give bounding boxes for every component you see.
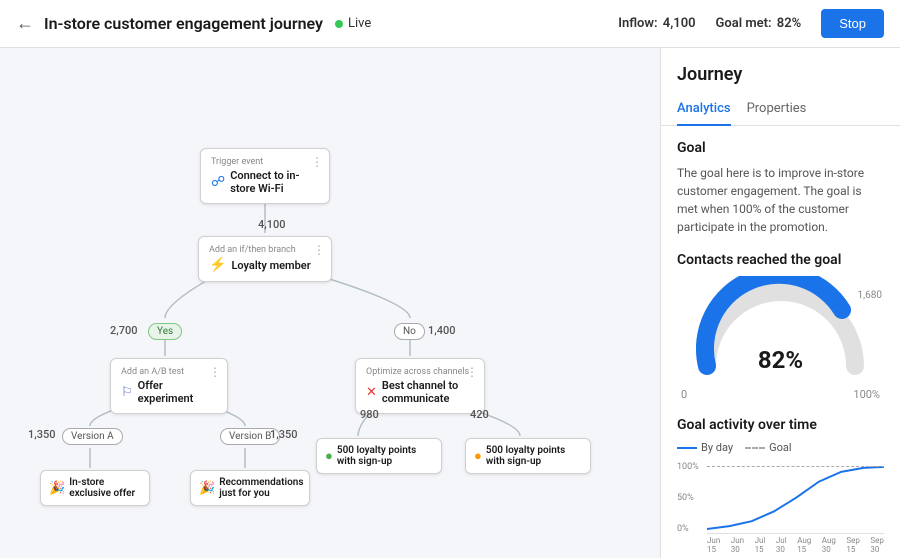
goal-section-title: Goal (677, 140, 884, 156)
version-a-count: 1,350 (28, 428, 55, 441)
channel-count2: 420 (470, 408, 489, 421)
leaf-node-3: ● 500 loyalty points with sign-up (316, 438, 442, 474)
branch-node: Add an if/then branch ⚡ Loyalty member ⋮ (198, 236, 332, 282)
gauge-chart: 82% (691, 276, 871, 386)
live-status: Live (335, 16, 371, 31)
trigger-node: Trigger event ☍ Connect to in-store Wi-F… (200, 148, 330, 204)
dashed-line-icon (745, 447, 765, 449)
panel-content: Goal The goal here is to improve in-stor… (661, 126, 900, 558)
goal-activity-title: Goal activity over time (677, 417, 884, 433)
right-panel: Journey Analytics Properties Goal The go… (660, 48, 900, 558)
header: ← In-store customer engagement journey L… (0, 0, 900, 48)
yes-badge: Yes (148, 323, 182, 340)
goal-met-stat: Goal met: 82% (716, 16, 802, 31)
legend-goal: Goal (745, 441, 791, 454)
trigger-count: 4,100 (258, 218, 285, 231)
live-label: Live (348, 16, 371, 31)
y-axis: 100% 50% 0% (677, 462, 699, 534)
goal-text: The goal here is to improve in-store cus… (677, 164, 884, 236)
legend-by-day: By day (677, 441, 733, 454)
leaf-node-1: 🎉 In-store exclusive offer (40, 470, 150, 506)
tab-analytics[interactable]: Analytics (677, 93, 731, 126)
ab-menu[interactable]: ⋮ (209, 365, 221, 379)
flow-canvas: Trigger event ☍ Connect to in-store Wi-F… (0, 48, 660, 558)
panel-title: Journey (661, 48, 900, 93)
no-count: 1,400 (428, 324, 455, 337)
panel-tabs: Analytics Properties (661, 93, 900, 126)
yes-count: 2,700 (110, 324, 137, 337)
ab-test-node: Add an A/B test ⚐ Offer experiment ⋮ (110, 358, 228, 414)
stop-button[interactable]: Stop (821, 9, 884, 38)
channel-menu[interactable]: ⋮ (466, 365, 478, 379)
gauge-labels: 0 100% (677, 388, 884, 401)
page-title: In-store customer engagement journey (44, 14, 323, 33)
live-dot (335, 20, 343, 28)
activity-chart: 100% 50% 0% Ju (677, 462, 884, 552)
chart-inner (707, 462, 884, 534)
gauge-side-label: 1,680 (858, 290, 882, 301)
leaf-node-4: ● 500 loyalty points with sign-up (465, 438, 591, 474)
channel-count1: 980 (360, 408, 379, 421)
header-right: Inflow: 4,100 Goal met: 82% Stop (618, 9, 884, 38)
gauge-value: 82% (758, 346, 803, 374)
tab-properties[interactable]: Properties (747, 93, 807, 126)
no-badge: No (394, 323, 425, 340)
back-button[interactable]: ← (16, 13, 34, 34)
goal-activity: Goal activity over time By day Goal 100% (677, 417, 884, 552)
channel-node: Optimize across channels ✕ Best channel … (355, 358, 485, 414)
contacts-title: Contacts reached the goal (677, 252, 884, 268)
trigger-menu[interactable]: ⋮ (311, 155, 323, 169)
version-a-badge: Version A (62, 428, 123, 445)
solid-line-icon (677, 447, 697, 449)
flow-wrapper: Trigger event ☍ Connect to in-store Wi-F… (20, 68, 640, 538)
leaf-node-2: 🎉 Recommendations just for you (190, 470, 310, 506)
version-b-count: 1,350 (270, 428, 297, 441)
x-axis: Jun15 Jun30 Jul15 Jul30 Aug15 Aug30 Sep1… (707, 536, 884, 554)
branch-menu[interactable]: ⋮ (313, 243, 325, 257)
inflow-stat: Inflow: 4,100 (618, 16, 695, 31)
chart-legend: By day Goal (677, 441, 884, 454)
main-layout: Trigger event ☍ Connect to in-store Wi-F… (0, 48, 900, 558)
